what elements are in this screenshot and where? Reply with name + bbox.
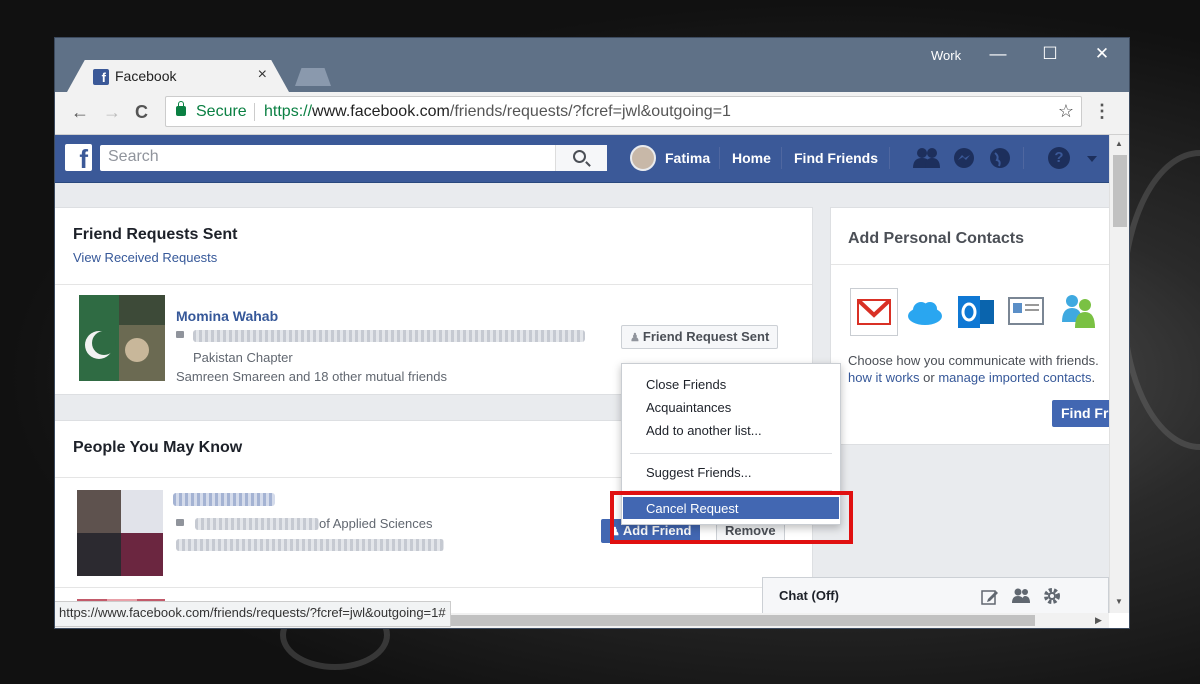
vertical-scrollbar[interactable]: ▲ ▼: [1109, 135, 1129, 613]
manage-contacts-link[interactable]: manage imported contacts: [938, 370, 1091, 385]
search-box: [100, 145, 607, 171]
icloud-icon[interactable]: [905, 292, 945, 332]
new-group-icon[interactable]: [1011, 587, 1031, 605]
lock-icon: [176, 101, 186, 116]
school-icon: [176, 519, 184, 526]
highlight-box: [610, 491, 853, 544]
maximize-button[interactable]: ☐: [1035, 44, 1065, 64]
profile-photo-suggestion[interactable]: [77, 490, 163, 576]
profile-photo-momina[interactable]: [79, 295, 165, 381]
header-divider: [781, 147, 782, 169]
close-window-button[interactable]: ✕: [1087, 44, 1117, 64]
avatar[interactable]: [630, 145, 656, 171]
page-content: Friend Requests Sent View Received Reque…: [55, 183, 1118, 620]
menu-item-close-friends[interactable]: Close Friends: [646, 377, 726, 392]
facebook-header: f Fatima Home Find Friends ?: [55, 135, 1109, 183]
tab-title: Facebook: [115, 68, 177, 84]
section-divider: [831, 264, 1111, 265]
scroll-up-icon[interactable]: ▲: [1115, 139, 1123, 148]
browser-menu-icon[interactable]: ⋮: [1093, 101, 1111, 122]
requests-sent-title: Friend Requests Sent: [73, 226, 238, 243]
mutual-friends[interactable]: Samreen Smareen and 18 other mutual frie…: [176, 369, 447, 384]
background-decoration: [1120, 150, 1200, 450]
help-icon[interactable]: ?: [1048, 147, 1070, 169]
url-path: /friends/requests/?fcref=jwl&outgoing=1: [449, 103, 731, 120]
facebook-logo-icon[interactable]: f: [65, 144, 92, 174]
pymk-title: People You May Know: [73, 439, 243, 456]
scroll-right-icon[interactable]: ▶: [1095, 615, 1102, 626]
browser-window: f Facebook × Work — ☐ ✕ ← → C Secure htt…: [55, 38, 1129, 628]
vertical-scroll-thumb[interactable]: [1113, 155, 1127, 227]
header-divider: [889, 147, 890, 169]
friend-requests-icon[interactable]: [913, 147, 941, 169]
scroll-down-icon[interactable]: ▼: [1115, 597, 1123, 606]
menu-item-suggest-friends[interactable]: Suggest Friends...: [646, 465, 752, 480]
title-bar: f Facebook × Work — ☐ ✕: [55, 38, 1129, 92]
tab-facebook[interactable]: f Facebook ×: [67, 60, 289, 92]
profile-label[interactable]: Work: [931, 48, 961, 63]
how-it-works-link[interactable]: how it works: [848, 370, 920, 385]
outlook-icon[interactable]: [956, 292, 996, 332]
section-divider: [55, 284, 812, 285]
account-menu-chevron-icon[interactable]: [1087, 156, 1097, 162]
reload-button[interactable]: C: [135, 102, 148, 123]
header-divider: [1023, 147, 1024, 169]
compose-icon[interactable]: [981, 588, 999, 606]
url-text[interactable]: https://www.facebook.com/friends/request…: [264, 103, 731, 121]
gmail-icon[interactable]: [850, 288, 898, 336]
menu-item-acquaintances[interactable]: Acquaintances: [646, 400, 731, 415]
or-text: or: [923, 370, 935, 385]
contacts-links: how it works or manage imported contacts…: [848, 370, 1095, 385]
messenger-icon[interactable]: [953, 147, 975, 169]
facebook-favicon-icon: f: [93, 69, 109, 85]
msn-messenger-icon[interactable]: [1059, 290, 1099, 332]
friend-request-sent-label: Friend Request Sent: [642, 329, 770, 344]
url-host: www.facebook.com: [312, 103, 450, 120]
add-contacts-panel: Add Personal Contacts Choose how you com…: [830, 207, 1118, 445]
person-icon: ♟: [630, 332, 640, 344]
redacted-school: [195, 518, 319, 530]
add-contacts-title: Add Personal Contacts: [848, 230, 1025, 247]
url-scheme: https://: [264, 103, 313, 120]
redacted-mutual-friends: [176, 539, 444, 551]
secure-label: Secure: [196, 103, 247, 120]
header-divider: [719, 147, 720, 169]
minimize-button[interactable]: —: [983, 44, 1013, 64]
section-divider: [55, 587, 812, 588]
tab-close-icon[interactable]: ×: [258, 66, 267, 84]
omnibox[interactable]: Secure https://www.facebook.com/friends/…: [165, 96, 1082, 127]
profile-link[interactable]: Fatima: [665, 150, 710, 166]
search-input[interactable]: [108, 148, 548, 166]
bookmark-star-icon[interactable]: ☆: [1058, 101, 1074, 122]
chat-label: Chat (Off): [779, 588, 839, 603]
find-friends-link[interactable]: Find Friends: [794, 150, 878, 166]
chat-settings-gear-icon[interactable]: [1042, 586, 1062, 606]
contacts-description: Choose how you communicate with friends.: [848, 353, 1099, 368]
home-link[interactable]: Home: [732, 150, 771, 166]
workplace-suffix: Pakistan Chapter: [193, 350, 293, 365]
person-name[interactable]: Momina Wahab: [176, 308, 278, 324]
new-tab-button[interactable]: [295, 68, 331, 86]
chat-bar[interactable]: Chat (Off): [762, 577, 1109, 613]
omnibox-divider: [254, 103, 255, 121]
find-friends-button[interactable]: Find Fr: [1052, 400, 1118, 427]
view-received-requests-link[interactable]: View Received Requests: [73, 250, 217, 265]
work-icon: [176, 331, 184, 338]
address-toolbar: ← → C Secure https://www.facebook.com/fr…: [55, 92, 1129, 135]
menu-divider: [630, 453, 832, 454]
back-button[interactable]: ←: [71, 102, 89, 123]
search-icon: [573, 150, 586, 163]
period-text: .: [1091, 370, 1096, 385]
status-bar-url: https://www.facebook.com/friends/request…: [55, 601, 451, 627]
notifications-globe-icon[interactable]: [989, 147, 1011, 169]
menu-item-add-to-list[interactable]: Add to another list...: [646, 423, 762, 438]
redacted-workplace: [193, 330, 585, 342]
contacts-card-icon[interactable]: [1007, 294, 1045, 330]
redacted-name[interactable]: [173, 493, 275, 506]
friend-request-sent-button[interactable]: ♟ Friend Request Sent: [621, 325, 779, 349]
search-button[interactable]: [555, 145, 607, 171]
forward-button[interactable]: →: [103, 102, 121, 123]
school-suffix: of Applied Sciences: [319, 516, 433, 531]
